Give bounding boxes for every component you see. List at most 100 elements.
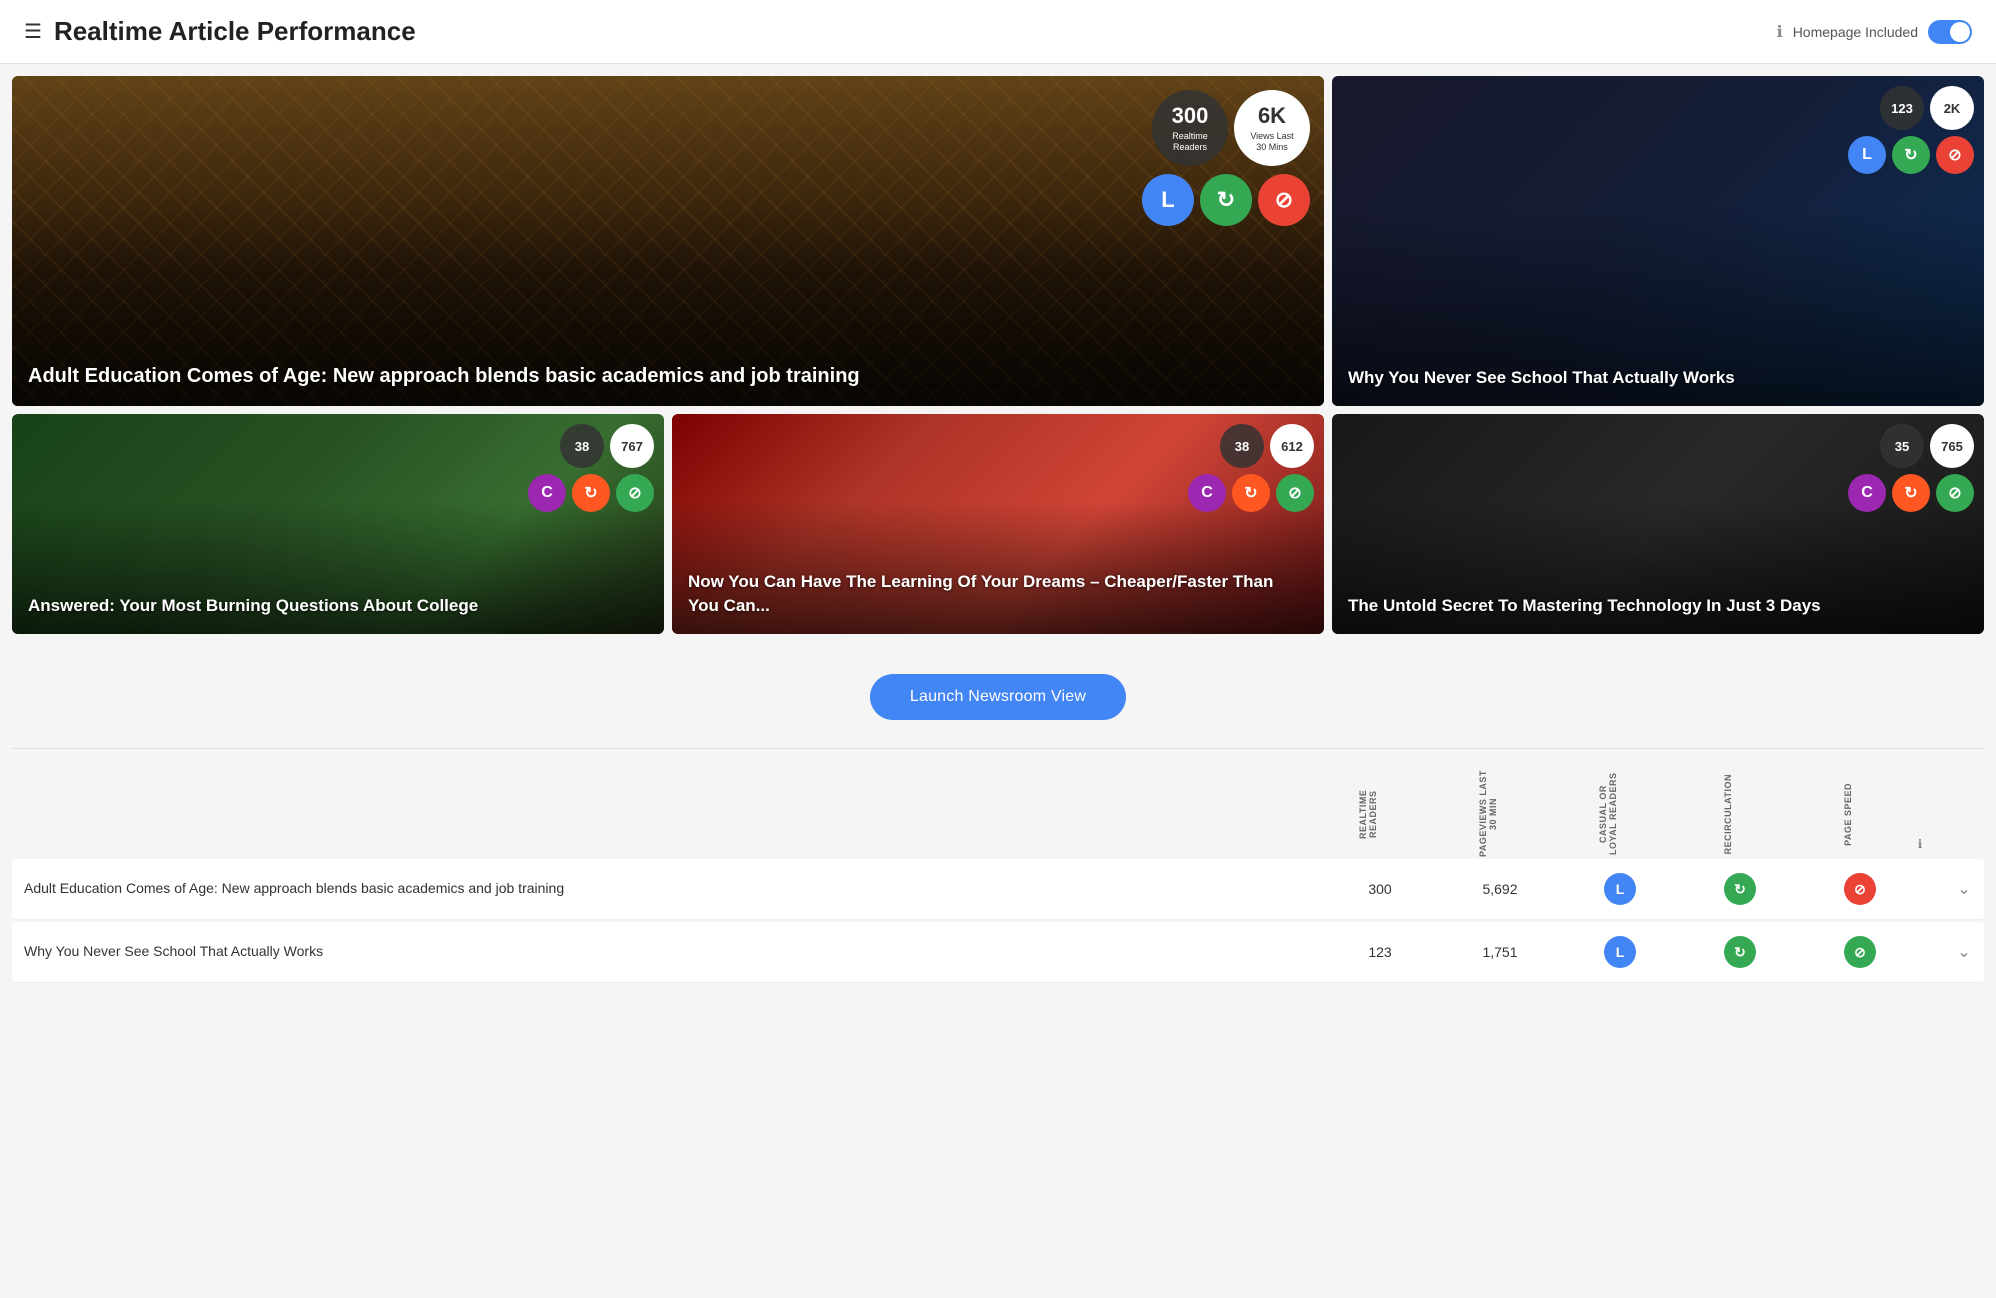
num2-4: 612: [1270, 424, 1314, 468]
row-realtime-2: 123: [1320, 944, 1440, 960]
col-header-loyal: CASUAL OR LOYAL READERS: [1548, 769, 1668, 859]
article-card-2[interactable]: 123 2K L ↻ ⊘ Why You Never See School Th…: [1332, 76, 1984, 406]
row-recirc-2: ↻: [1680, 936, 1800, 968]
speed-icon-5[interactable]: ⊘: [1936, 474, 1974, 512]
card-icons-4: C ↻ ⊘: [1188, 474, 1314, 512]
recirc-icon-5[interactable]: ↻: [1892, 474, 1930, 512]
row-loyal-1: L: [1560, 873, 1680, 905]
speed-table-icon-1[interactable]: ⊘: [1844, 873, 1876, 905]
recirc-icon-2[interactable]: ↻: [1892, 136, 1930, 174]
loyal-icon-4[interactable]: C: [1188, 474, 1226, 512]
col-header-speed: PAGE SPEED: [1788, 769, 1908, 859]
bubble-row-2: 123 2K: [1880, 86, 1974, 130]
stats-bubbles-1: 300 RealtimeReaders 6K Views Last30 Mins…: [1142, 90, 1310, 226]
row-pageviews-1: 5,692: [1440, 881, 1560, 897]
launch-section: Launch Newsroom View: [0, 646, 1996, 748]
bubble-row-4: 38 612: [1220, 424, 1314, 468]
row-speed-2: ⊘: [1800, 936, 1920, 968]
loyal-icon-1[interactable]: L: [1142, 174, 1194, 226]
row-expand-2[interactable]: ⌄: [1944, 942, 1984, 962]
num1-5: 35: [1880, 424, 1924, 468]
col-header-recirc: RECIRCULATION: [1668, 769, 1788, 859]
card-title-4: Now You Can Have The Learning Of Your Dr…: [688, 570, 1308, 618]
stats-5: 35 765 C ↻ ⊘: [1848, 424, 1974, 512]
article-card-3[interactable]: 38 767 C ↻ ⊘ Answered: Your Most Burning…: [12, 414, 664, 634]
col-header-realtime: REALTIME READERS: [1308, 769, 1428, 859]
speed-table-icon-2[interactable]: ⊘: [1844, 936, 1876, 968]
table-info-icon[interactable]: ℹ: [1918, 837, 1923, 851]
row-pageviews-2: 1,751: [1440, 944, 1560, 960]
expand-chevron-2[interactable]: ⌄: [1957, 942, 1970, 962]
homepage-label: Homepage Included: [1793, 24, 1918, 40]
card-icons-1: L ↻ ⊘: [1142, 174, 1310, 226]
bubble-row-3: 38 767: [560, 424, 654, 468]
card-icons-5: C ↻ ⊘: [1848, 474, 1974, 512]
page-title: Realtime Article Performance: [54, 16, 416, 47]
speed-icon-1[interactable]: ⊘: [1258, 174, 1310, 226]
row-title-2: Why You Never See School That Actually W…: [12, 942, 1320, 962]
cards-section: 300 RealtimeReaders 6K Views Last30 Mins…: [0, 64, 1996, 646]
card-overlay-1: [12, 76, 1324, 406]
bubble-row-1: 300 RealtimeReaders 6K Views Last30 Mins: [1152, 90, 1310, 166]
views-30-count: 6K: [1258, 103, 1286, 129]
recirc-icon-4[interactable]: ↻: [1232, 474, 1270, 512]
header-left: ☰ Realtime Article Performance: [24, 16, 416, 47]
table-section: REALTIME READERS PAGEVIEWS LAST 30 MIN C…: [0, 749, 1996, 997]
loyal-icon-3[interactable]: C: [528, 474, 566, 512]
stats-4: 38 612 C ↻ ⊘: [1188, 424, 1314, 512]
row-loyal-2: L: [1560, 936, 1680, 968]
cards-grid: 300 RealtimeReaders 6K Views Last30 Mins…: [12, 76, 1984, 634]
header-right: ℹ Homepage Included: [1777, 20, 1972, 44]
views-2: 2K: [1944, 101, 1961, 116]
launch-newsroom-button[interactable]: Launch Newsroom View: [870, 674, 1126, 720]
row-realtime-1: 300: [1320, 881, 1440, 897]
speed-icon-3[interactable]: ⊘: [616, 474, 654, 512]
realtime-readers-bubble: 300 RealtimeReaders: [1152, 90, 1228, 166]
loyal-table-icon-1[interactable]: L: [1604, 873, 1636, 905]
hamburger-icon[interactable]: ☰: [24, 19, 42, 44]
views-bubble-2: 2K: [1930, 86, 1974, 130]
row-speed-1: ⊘: [1800, 873, 1920, 905]
realtime-bubble-2: 123: [1880, 86, 1924, 130]
num2-5: 765: [1930, 424, 1974, 468]
card-title-1: Adult Education Comes of Age: New approa…: [28, 362, 1308, 390]
num1-3: 38: [560, 424, 604, 468]
recirc-table-icon-1[interactable]: ↻: [1724, 873, 1756, 905]
row-recirc-1: ↻: [1680, 873, 1800, 905]
stats-2: 123 2K L ↻ ⊘: [1848, 86, 1974, 174]
col-header-pageviews: PAGEVIEWS LAST 30 MIN: [1428, 769, 1548, 859]
header: ☰ Realtime Article Performance ℹ Homepag…: [0, 0, 1996, 64]
speed-icon-4[interactable]: ⊘: [1276, 474, 1314, 512]
table-row-1: Adult Education Comes of Age: New approa…: [12, 859, 1984, 920]
card-title-2: Why You Never See School That Actually W…: [1348, 366, 1968, 390]
col-header-info: ℹ: [1908, 837, 1932, 859]
recirc-icon-3[interactable]: ↻: [572, 474, 610, 512]
card-title-5: The Untold Secret To Mastering Technolog…: [1348, 594, 1968, 618]
loyal-table-icon-2[interactable]: L: [1604, 936, 1636, 968]
table-header: REALTIME READERS PAGEVIEWS LAST 30 MIN C…: [12, 761, 1984, 859]
article-card-1[interactable]: 300 RealtimeReaders 6K Views Last30 Mins…: [12, 76, 1324, 406]
column-headers: REALTIME READERS PAGEVIEWS LAST 30 MIN C…: [1308, 769, 1972, 859]
card-icons-3: C ↻ ⊘: [528, 474, 654, 512]
loyal-icon-2[interactable]: L: [1848, 136, 1886, 174]
homepage-toggle[interactable]: [1928, 20, 1972, 44]
row-expand-1[interactable]: ⌄: [1944, 879, 1984, 899]
article-card-4[interactable]: 38 612 C ↻ ⊘ Now You Can Have The Learni…: [672, 414, 1324, 634]
card-title-3: Answered: Your Most Burning Questions Ab…: [28, 594, 648, 618]
bubble-row-5: 35 765: [1880, 424, 1974, 468]
info-icon[interactable]: ℹ: [1777, 22, 1783, 42]
num2-3: 767: [610, 424, 654, 468]
views-30-bubble: 6K Views Last30 Mins: [1234, 90, 1310, 166]
card-icons-2: L ↻ ⊘: [1848, 136, 1974, 174]
recirc-icon-1[interactable]: ↻: [1200, 174, 1252, 226]
article-card-5[interactable]: 35 765 C ↻ ⊘ The Untold Secret To Master…: [1332, 414, 1984, 634]
recirc-table-icon-2[interactable]: ↻: [1724, 936, 1756, 968]
expand-chevron-1[interactable]: ⌄: [1957, 879, 1970, 899]
stats-3: 38 767 C ↻ ⊘: [528, 424, 654, 512]
realtime-2: 123: [1891, 101, 1913, 116]
num1-4: 38: [1220, 424, 1264, 468]
table-row-2: Why You Never See School That Actually W…: [12, 922, 1984, 983]
loyal-icon-5[interactable]: C: [1848, 474, 1886, 512]
speed-icon-2[interactable]: ⊘: [1936, 136, 1974, 174]
row-title-1: Adult Education Comes of Age: New approa…: [12, 879, 1320, 899]
